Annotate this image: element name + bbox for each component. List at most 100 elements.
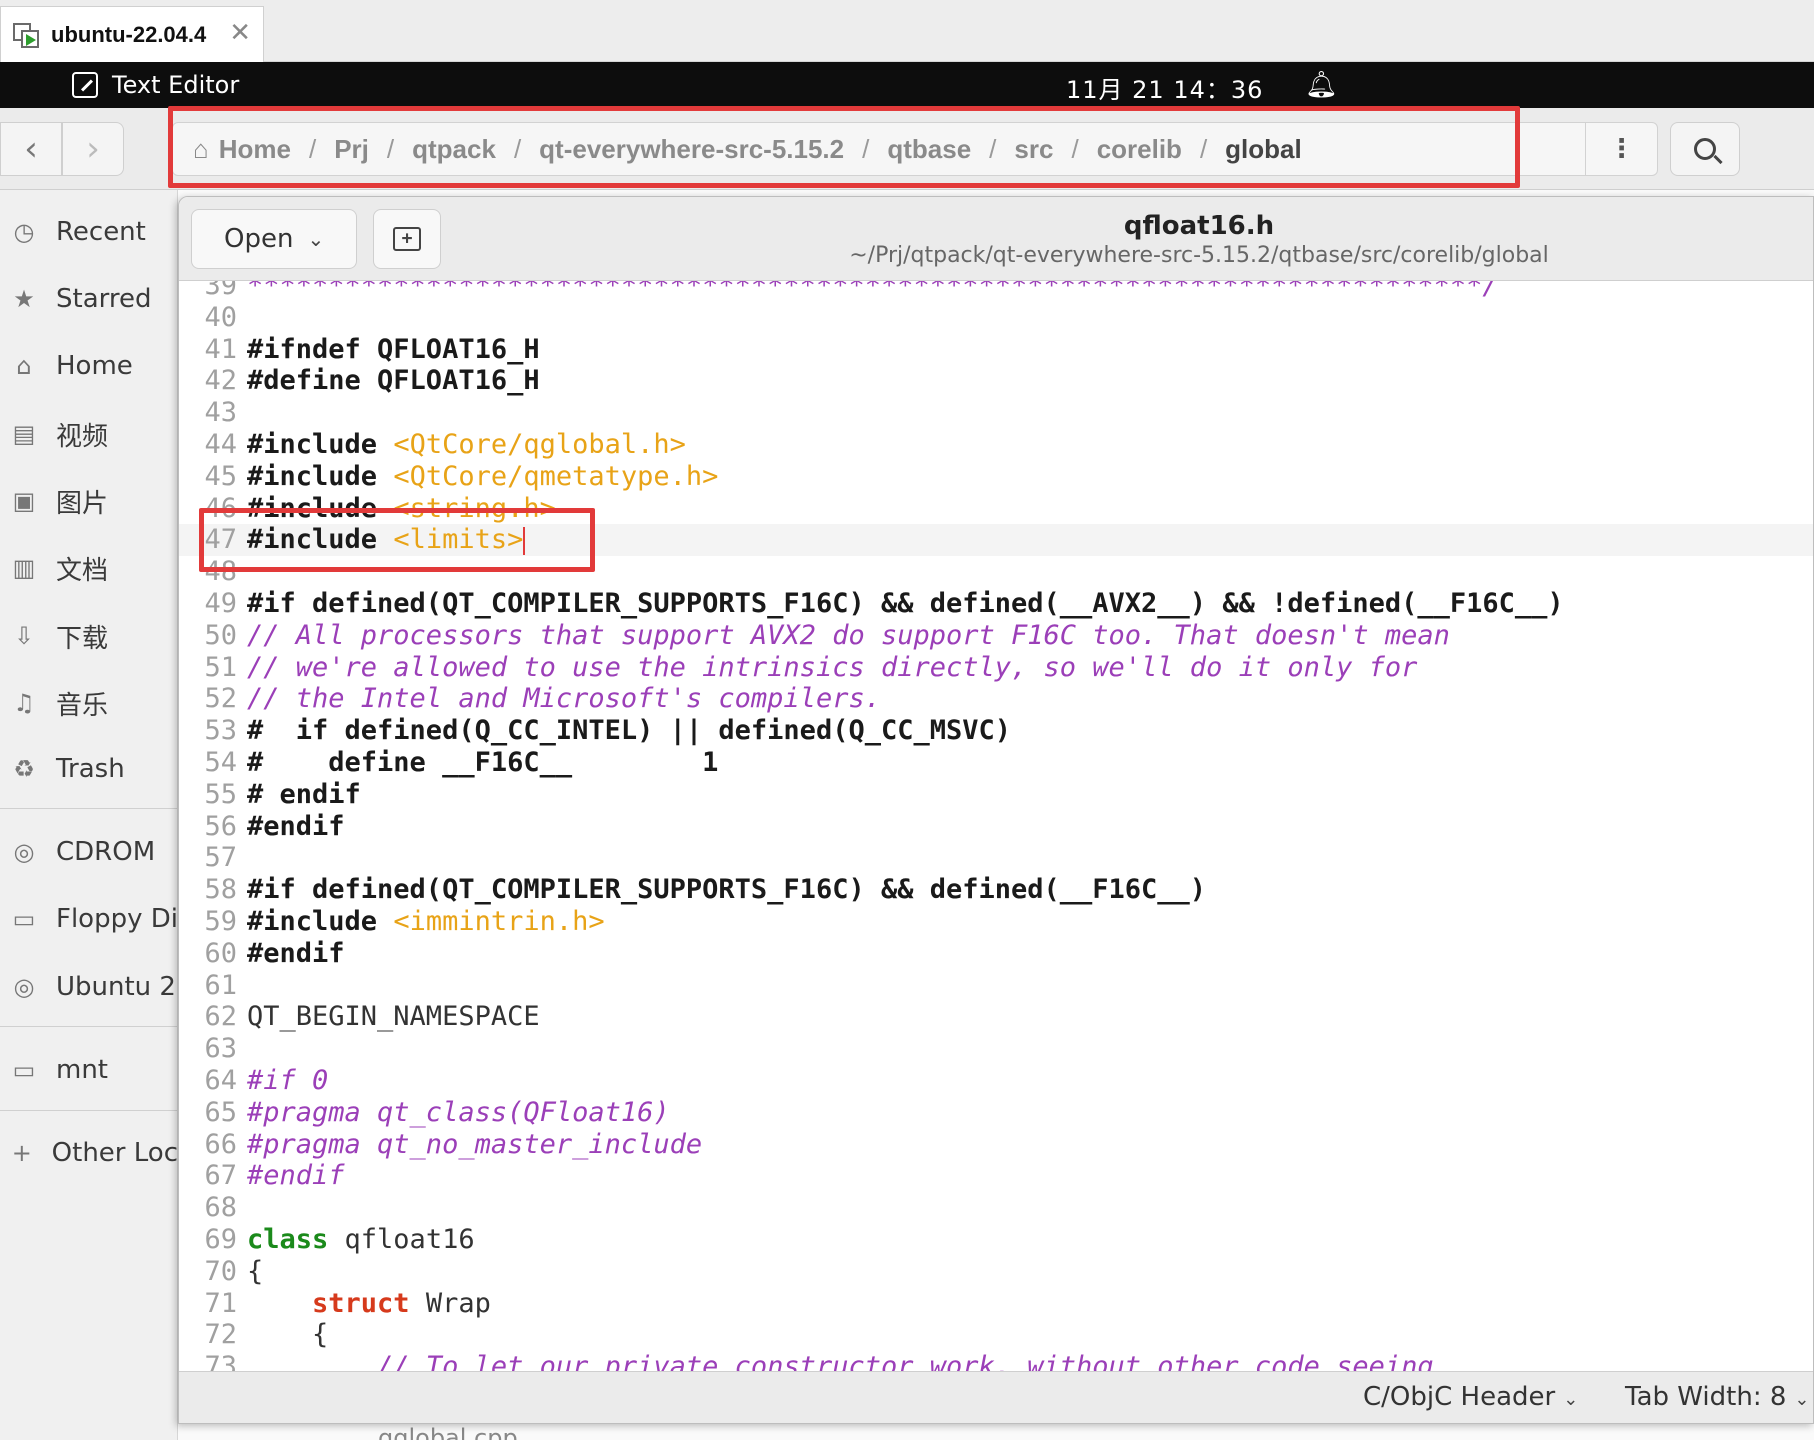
- line-code: #endif: [247, 811, 345, 843]
- home-icon: ⌂: [16, 352, 32, 380]
- sidebar-item-home[interactable]: ⌂ Home: [0, 338, 177, 394]
- sidebar-item-label: 下载: [56, 623, 109, 654]
- code-line[interactable]: 52 // the Intel and Microsoft's compilers…: [179, 683, 1813, 715]
- code-line[interactable]: 60 #endif: [179, 938, 1813, 970]
- line-code: // the Intel and Microsoft's compilers.: [247, 683, 881, 715]
- open-button[interactable]: Open ⌄: [191, 209, 357, 269]
- code-line[interactable]: 69 class qfloat16: [179, 1224, 1813, 1256]
- path-segment-qtpack[interactable]: qtpack: [412, 134, 496, 165]
- clock[interactable]: 11月 21 14：36: [1066, 70, 1263, 105]
- sidebar-item-ubuntu[interactable]: ◎ Ubuntu 2: [0, 959, 177, 1015]
- app-menu[interactable]: Text Editor: [72, 62, 239, 108]
- line-number: 73: [204, 1351, 237, 1371]
- code-line[interactable]: 53 # if defined(Q_CC_INTEL) || defined(Q_…: [179, 715, 1813, 747]
- code-line[interactable]: 40: [179, 302, 1813, 334]
- sidebar-item-starred[interactable]: ★ Starred: [0, 271, 177, 327]
- vm-tab[interactable]: ubuntu-22.04.4 ✕: [0, 6, 264, 62]
- text-editor-icon: [72, 72, 98, 98]
- code-line[interactable]: 64 #if 0: [179, 1065, 1813, 1097]
- path-segment-home[interactable]: Home: [219, 134, 291, 165]
- sidebar-item-floppy[interactable]: ▭ Floppy Di: [0, 891, 177, 947]
- code-line[interactable]: 70 {: [179, 1256, 1813, 1288]
- path-segment-corelib[interactable]: corelib: [1097, 134, 1182, 165]
- code-line[interactable]: 50 // All processors that support AVX2 do…: [179, 620, 1813, 652]
- path-segment-prj[interactable]: Prj: [334, 134, 369, 165]
- tab-width-selector[interactable]: Tab Width: 8 ⌄: [1625, 1382, 1809, 1412]
- code-line[interactable]: 65 #pragma qt_class(QFloat16): [179, 1097, 1813, 1129]
- code-line[interactable]: 51 // we're allowed to use the intrinsics…: [179, 652, 1813, 684]
- sidebar-divider: [0, 808, 177, 809]
- code-line[interactable]: 61: [179, 970, 1813, 1002]
- sidebar-item-cdrom[interactable]: ◎ CDROM: [0, 824, 177, 880]
- line-number: 57: [204, 842, 237, 874]
- code-token: #endif: [247, 810, 345, 842]
- line-code: ****************************************…: [247, 281, 1499, 302]
- sidebar-item-label: 音乐: [56, 690, 109, 721]
- sidebar-item-other-locations[interactable]: + Other Loc: [0, 1125, 177, 1181]
- code-line[interactable]: 39 **************************************…: [179, 281, 1813, 302]
- path-segment-qt-everywhere[interactable]: qt-everywhere-src-5.15.2: [539, 134, 844, 165]
- path-segment-global[interactable]: global: [1225, 134, 1302, 165]
- code-line[interactable]: 46 #include <string.h>: [179, 492, 1813, 525]
- code-token: # if defined(Q_CC_INTEL) || defined(Q_CC…: [247, 715, 1012, 747]
- code-line[interactable]: 56 #endif: [179, 810, 1813, 843]
- code-line[interactable]: 42 #define QFLOAT16_H: [179, 365, 1813, 397]
- line-number: 68: [204, 1192, 237, 1224]
- code-line[interactable]: 57: [179, 842, 1813, 874]
- sidebar-item-videos[interactable]: ▤ 视频: [0, 406, 177, 462]
- drive-icon: ▭: [12, 905, 36, 933]
- sidebar-item-pictures[interactable]: ▣ 图片: [0, 473, 177, 529]
- code-line[interactable]: 49 #if defined(QT_COMPILER_SUPPORTS_F16C)…: [179, 588, 1813, 620]
- sidebar-item-recent[interactable]: ◷ Recent: [0, 204, 177, 260]
- code-line[interactable]: 54 # define __F16C__ 1: [179, 747, 1813, 779]
- sidebar-item-music[interactable]: ♫ 音乐: [0, 675, 177, 731]
- line-code: QT_BEGIN_NAMESPACE: [247, 1001, 540, 1033]
- code-line[interactable]: 67 #endif: [179, 1160, 1813, 1192]
- path-segment-src[interactable]: src: [1014, 134, 1053, 165]
- sidebar-item-trash[interactable]: ♻ Trash: [0, 741, 177, 797]
- code-line[interactable]: 73 // To let our private constructor wor…: [179, 1351, 1813, 1371]
- code-line[interactable]: 55 # endif: [179, 779, 1813, 811]
- sidebar-item-documents[interactable]: ▥ 文档: [0, 540, 177, 596]
- sidebar-item-mnt[interactable]: ▭ mnt: [0, 1042, 177, 1098]
- bell-icon[interactable]: 🔔︎: [1305, 70, 1338, 100]
- code-line[interactable]: 58 #if defined(QT_COMPILER_SUPPORTS_F16C)…: [179, 874, 1813, 906]
- film-icon: ▤: [12, 420, 36, 448]
- code-line[interactable]: 45 #include <QtCore/qmetatype.h>: [179, 461, 1813, 493]
- code-line[interactable]: 59 #include <immintrin.h>: [179, 906, 1813, 938]
- code-line[interactable]: 71 struct Wrap: [179, 1288, 1813, 1320]
- code-view[interactable]: 39 **************************************…: [179, 281, 1813, 1371]
- line-number: 56: [204, 810, 237, 842]
- back-button[interactable]: ‹: [0, 122, 62, 176]
- code-line[interactable]: 62 QT_BEGIN_NAMESPACE: [179, 1001, 1813, 1033]
- code-line[interactable]: 44 #include <QtCore/qglobal.h>: [179, 429, 1813, 461]
- new-tab-button[interactable]: +: [373, 209, 441, 269]
- line-number: 39: [204, 281, 237, 301]
- search-button[interactable]: [1670, 122, 1740, 176]
- code-line[interactable]: 63: [179, 1033, 1813, 1065]
- line-code: #endif: [247, 1160, 345, 1192]
- more-options-icon[interactable]: ⋮: [1585, 123, 1657, 175]
- code-line[interactable]: 47 #include <limits>: [179, 524, 1813, 557]
- sidebar-item-label: Starred: [56, 284, 152, 314]
- code-line[interactable]: 66 #pragma qt_no_master_include: [179, 1129, 1813, 1161]
- path-separator: /: [386, 133, 395, 164]
- code-line[interactable]: 43: [179, 397, 1813, 429]
- language-selector[interactable]: C/ObjC Header ⌄: [1363, 1382, 1578, 1412]
- line-code: {: [247, 1256, 263, 1288]
- chevron-down-icon: ⌄: [1794, 1389, 1810, 1410]
- chevron-down-icon: ⌄: [307, 227, 325, 251]
- code-line[interactable]: 48: [179, 556, 1813, 588]
- vm-tab-title: ubuntu-22.04.4: [51, 21, 207, 47]
- path-segment-qtbase[interactable]: qtbase: [887, 134, 971, 165]
- forward-button[interactable]: ›: [62, 122, 124, 176]
- code-line[interactable]: 72 {: [179, 1319, 1813, 1351]
- line-code: #if defined(QT_COMPILER_SUPPORTS_F16C) &…: [247, 588, 1564, 620]
- line-code: #include <QtCore/qmetatype.h>: [247, 461, 718, 493]
- code-line[interactable]: 41 #ifndef QFLOAT16_H: [179, 334, 1813, 366]
- close-icon[interactable]: ✕: [229, 19, 251, 47]
- chevron-left-icon: ‹: [24, 129, 38, 169]
- code-token: <string.h>: [393, 492, 556, 524]
- code-line[interactable]: 68: [179, 1192, 1813, 1224]
- sidebar-item-downloads[interactable]: ⇩ 下载: [0, 608, 177, 664]
